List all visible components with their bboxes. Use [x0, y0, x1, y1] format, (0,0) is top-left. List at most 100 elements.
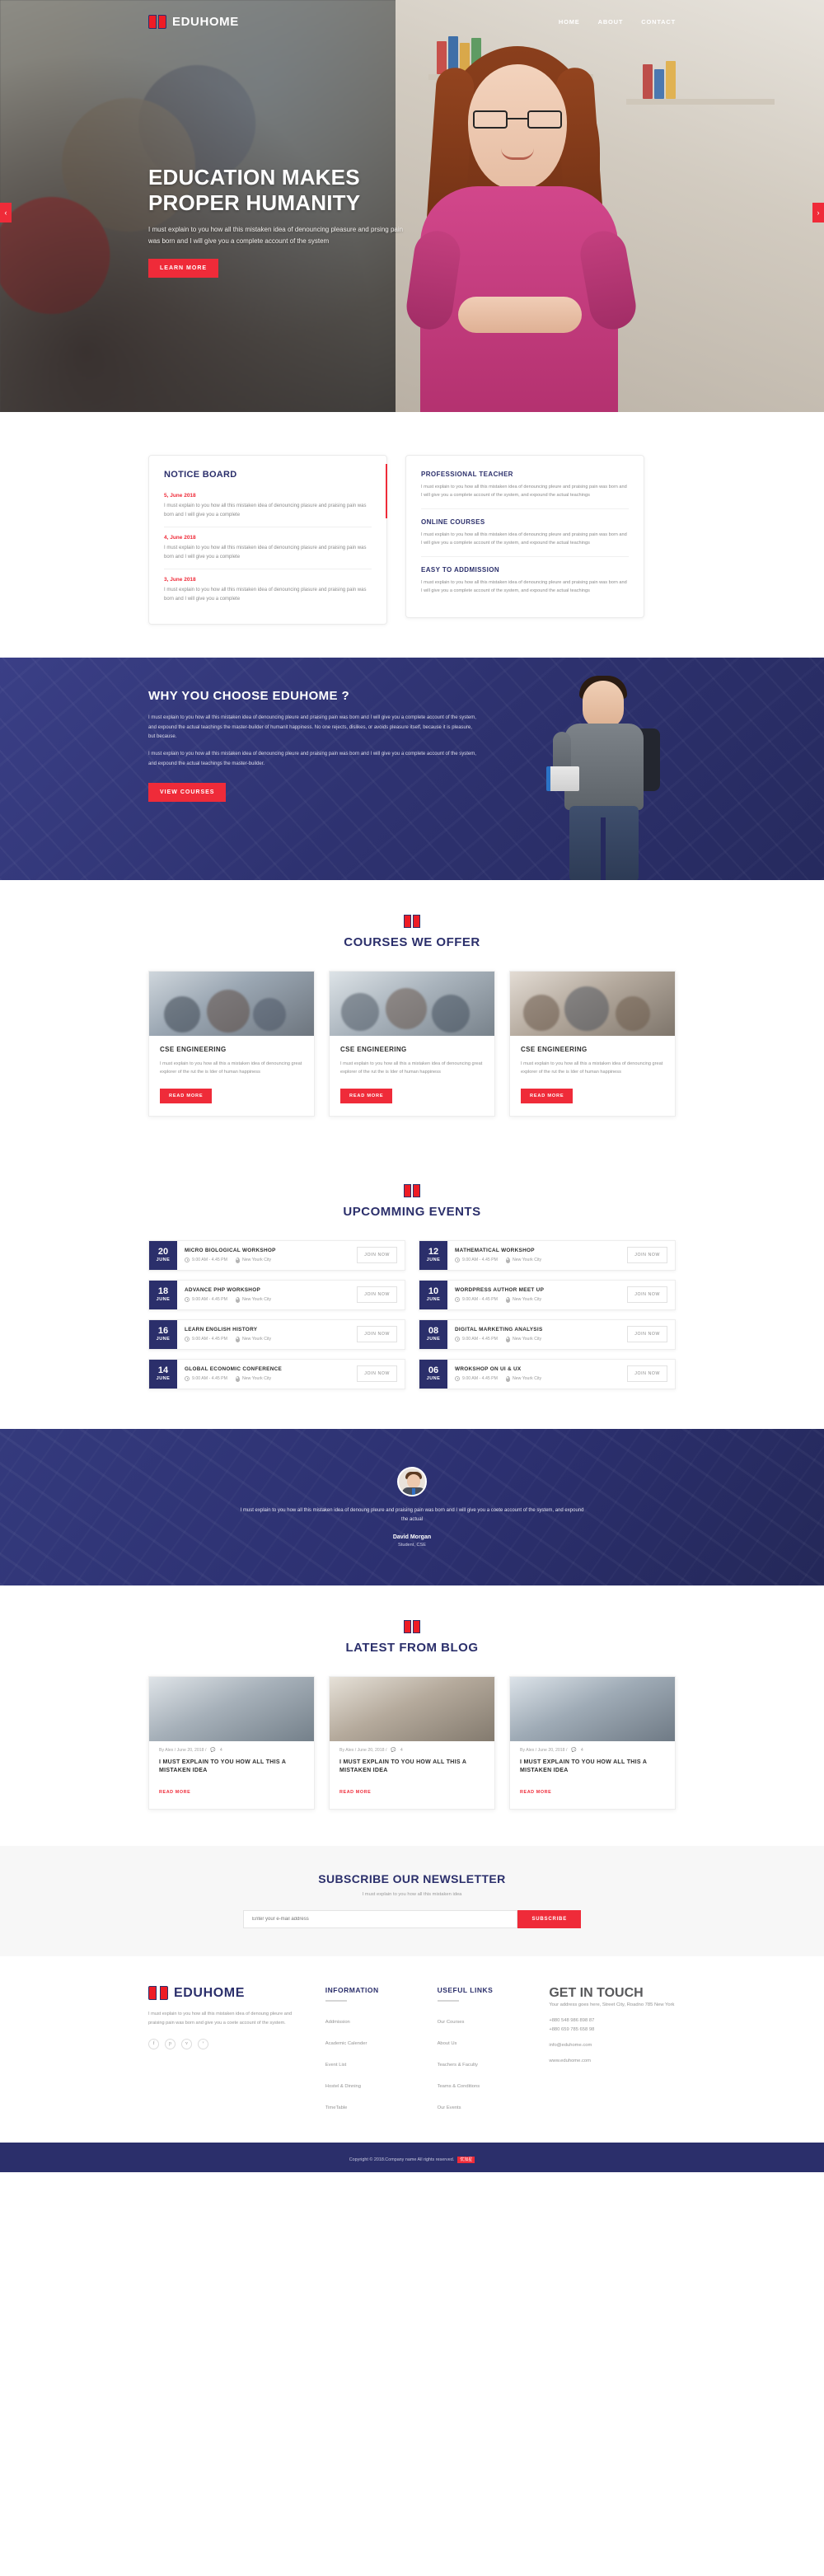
- comment-icon: 💬: [571, 1747, 577, 1753]
- event-title: WORDPRESS AUTHOR MEET UP: [455, 1286, 545, 1293]
- blog-thumbnail: [510, 1676, 675, 1741]
- event-join-button[interactable]: JOIN NOW: [357, 1365, 397, 1383]
- footer-link-timetable[interactable]: TimeTable: [325, 2105, 348, 2110]
- student-photo: [531, 674, 676, 880]
- notice-text: I must explain to you how all this mista…: [164, 546, 367, 560]
- blog-title: I MUST EXPLAIN TO YOU HOW ALL THIS A MIS…: [159, 1759, 286, 1774]
- footer-link-our-courses[interactable]: Our Courses: [438, 2020, 465, 2025]
- event-join-button[interactable]: JOIN NOW: [627, 1326, 667, 1343]
- newsletter-subscribe-button[interactable]: SUBSCRIBE: [517, 1909, 581, 1928]
- blog-title: I MUST EXPLAIN TO YOU HOW ALL THIS A MIS…: [520, 1759, 647, 1774]
- event-month: JUNE: [426, 1257, 441, 1262]
- newsletter-form: SUBSCRIBE: [243, 1909, 581, 1928]
- event-month: JUNE: [156, 1296, 171, 1302]
- event-item[interactable]: 16 JUNE LEARN ENGLISH HISTORY 9.00 AM - …: [148, 1318, 405, 1350]
- event-month: JUNE: [426, 1375, 441, 1381]
- vimeo-icon[interactable]: v: [181, 2038, 192, 2049]
- twitter-icon[interactable]: ᵛ: [198, 2038, 208, 2049]
- blog-card[interactable]: By Alex / June 20, 2018 / 💬 4 I MUST EXP…: [148, 1675, 315, 1810]
- event-place: New Yourk City: [235, 1296, 271, 1303]
- event-join-button[interactable]: JOIN NOW: [357, 1326, 397, 1343]
- newsletter-title: SUBSCRIBE OUR NEWSLETTER: [318, 1871, 506, 1885]
- list-item: Our Events: [438, 2098, 528, 2113]
- hero-banner: EDUHOME HOME ABOUT CONTACT EDUCATION MAK…: [0, 0, 824, 412]
- footer-website: www.eduhome.com: [549, 2058, 591, 2064]
- event-time: 9.00 AM - 4.45 PM: [185, 1258, 227, 1263]
- why-choose-section: WHY YOU CHOOSE EDUHOME ? I must explain …: [0, 658, 824, 880]
- event-item[interactable]: 08 JUNE DIGITAL MARKETING ANALYSIS 9.00 …: [419, 1318, 676, 1350]
- list-item: About Us: [438, 2034, 528, 2049]
- event-place: New Yourk City: [505, 1336, 541, 1342]
- clock-icon: [185, 1297, 190, 1303]
- nav-item-home[interactable]: HOME: [559, 18, 580, 26]
- event-date-badge: 20 JUNE: [149, 1240, 177, 1270]
- event-item[interactable]: 10 JUNE WORDPRESS AUTHOR MEET UP 9.00 AM…: [419, 1279, 676, 1310]
- footer-get-in-touch-column: GET IN TOUCH Your address goes here, Str…: [549, 1986, 676, 2119]
- event-join-button[interactable]: JOIN NOW: [357, 1247, 397, 1264]
- notice-item[interactable]: 5, June 2018 I must explain to you how a…: [164, 493, 372, 527]
- event-date-badge: 14 JUNE: [149, 1359, 177, 1389]
- blog-read-more-link[interactable]: READ MORE: [520, 1790, 551, 1795]
- event-title: LEARN ENGLISH HISTORY: [185, 1326, 258, 1332]
- blog-card[interactable]: By Alex / June 20, 2018 / 💬 4 I MUST EXP…: [509, 1675, 676, 1810]
- footer-link-teams-conditions[interactable]: Teams & Conditions: [438, 2084, 480, 2089]
- logo[interactable]: EDUHOME: [148, 14, 239, 29]
- event-join-button[interactable]: JOIN NOW: [627, 1365, 667, 1383]
- hero-learn-more-button[interactable]: LEARN MORE: [148, 258, 219, 278]
- footer-link-addmission[interactable]: Addmission: [325, 2020, 350, 2025]
- event-item[interactable]: 06 JUNE WROKSHOP ON UI & UX 9.00 AM - 4.…: [419, 1358, 676, 1389]
- event-month: JUNE: [426, 1336, 441, 1342]
- footer-link-academic-calender[interactable]: Academic Calender: [325, 2041, 368, 2046]
- event-item[interactable]: 20 JUNE MICRO BIOLOGICAL WORKSHOP 9.00 A…: [148, 1239, 405, 1271]
- list-item: TimeTable: [325, 2098, 416, 2113]
- course-thumbnail: [510, 972, 675, 1036]
- course-read-more-button[interactable]: READ MORE: [340, 1088, 393, 1103]
- event-join-button[interactable]: JOIN NOW: [627, 1286, 667, 1304]
- event-day: 12: [428, 1246, 439, 1257]
- facebook-icon[interactable]: f: [148, 2038, 159, 2049]
- list-item: Event List: [325, 2055, 416, 2070]
- blog-card[interactable]: By Alex / June 20, 2018 / 💬 4 I MUST EXP…: [329, 1675, 495, 1810]
- event-item[interactable]: 14 JUNE GLOBAL ECONOMIC CONFERENCE 9.00 …: [148, 1358, 405, 1389]
- notice-item[interactable]: 3, June 2018 I must explain to you how a…: [164, 569, 372, 611]
- course-read-more-button[interactable]: READ MORE: [521, 1088, 574, 1103]
- event-title: ADVANCE PHP WORKSHOP: [185, 1286, 261, 1293]
- course-card[interactable]: CSE ENGINEERING I must explain to you ho…: [329, 971, 495, 1117]
- blog-read-more-link[interactable]: READ MORE: [159, 1790, 190, 1795]
- event-item[interactable]: 18 JUNE ADVANCE PHP WORKSHOP 9.00 AM - 4…: [148, 1279, 405, 1310]
- course-read-more-button[interactable]: READ MORE: [160, 1088, 213, 1103]
- event-title: GLOBAL ECONOMIC CONFERENCE: [185, 1365, 283, 1372]
- blog-read-more-link[interactable]: READ MORE: [339, 1790, 371, 1795]
- footer-link-hostel-dinning[interactable]: Hostel & Dinning: [325, 2084, 361, 2089]
- footer-link-about-us[interactable]: About Us: [438, 2041, 457, 2046]
- book-icon: [404, 915, 420, 928]
- clock-icon: [185, 1337, 190, 1342]
- nav-item-about[interactable]: ABOUT: [598, 18, 624, 26]
- blog-author-date: By Alex / June 20, 2018 /: [339, 1747, 387, 1753]
- blog-meta: By Alex / June 20, 2018 / 💬 4: [330, 1741, 494, 1753]
- clock-icon: [455, 1376, 460, 1382]
- carousel-next-arrow[interactable]: ›: [812, 203, 824, 222]
- footer-link-event-list[interactable]: Event List: [325, 2063, 346, 2068]
- event-join-button[interactable]: JOIN NOW: [627, 1247, 667, 1264]
- pinterest-icon[interactable]: р: [165, 2038, 176, 2049]
- footer-link-our-events[interactable]: Our Events: [438, 2105, 461, 2110]
- event-title: DIGITAL MARKETING ANALYSIS: [455, 1326, 543, 1332]
- view-courses-button[interactable]: VIEW COURSES: [148, 783, 227, 803]
- course-card[interactable]: CSE ENGINEERING I must explain to you ho…: [509, 971, 676, 1117]
- notice-item[interactable]: 4, June 2018 I must explain to you how a…: [164, 527, 372, 569]
- carousel-prev-arrow[interactable]: ‹: [0, 203, 12, 222]
- comment-icon: 💬: [391, 1747, 396, 1753]
- footer-link-teachers-faculty[interactable]: Teachers & Faculty: [438, 2063, 478, 2068]
- footer-address: Your address goes here, Street City, Roa…: [549, 2002, 675, 2007]
- footer-brand-column: EDUHOME I must explain to you how all th…: [148, 1985, 304, 2119]
- event-place: New Yourk City: [235, 1375, 271, 1382]
- course-text: I must explain to you how all this a mis…: [160, 1061, 302, 1075]
- nav-item-contact[interactable]: CONTACT: [641, 18, 676, 26]
- feature-item-professional-teacher: PROFESSIONAL TEACHER I must explain to y…: [421, 469, 629, 508]
- footer-logo[interactable]: EDUHOME: [148, 1985, 304, 2001]
- event-item[interactable]: 12 JUNE MATHEMATICAL WORKSHOP 9.00 AM - …: [419, 1239, 676, 1271]
- course-card[interactable]: CSE ENGINEERING I must explain to you ho…: [148, 971, 315, 1117]
- newsletter-email-input[interactable]: [243, 1909, 518, 1928]
- event-join-button[interactable]: JOIN NOW: [357, 1286, 397, 1304]
